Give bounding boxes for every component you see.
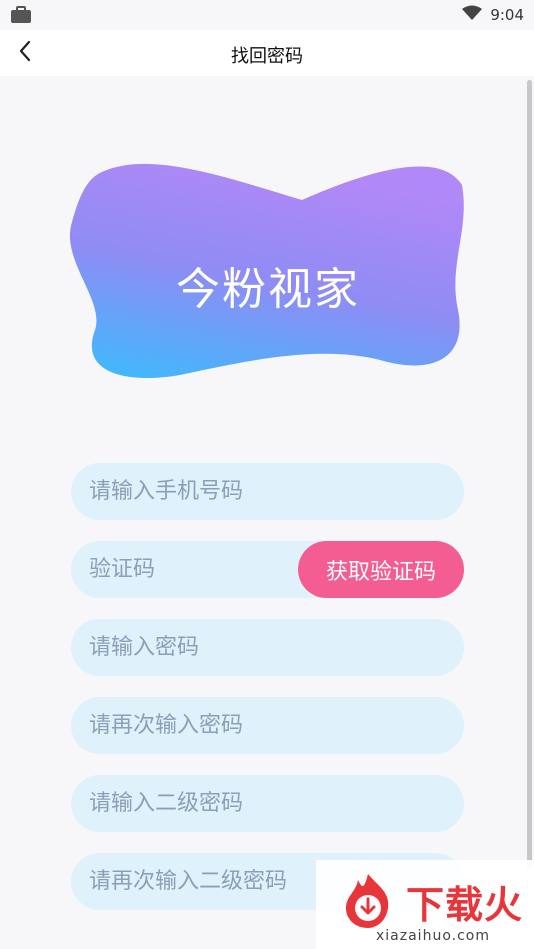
- code-input[interactable]: [87, 556, 318, 583]
- watermark-cn-text: 下载火: [406, 883, 524, 927]
- phone-field: [71, 463, 464, 520]
- app-logo: 今粉视家: [70, 160, 466, 385]
- second-password-field: [71, 775, 464, 832]
- watermark: 下载火 xiazaihuo.com: [316, 860, 534, 949]
- scrollbar[interactable]: [527, 80, 532, 870]
- page-title: 找回密码: [231, 46, 303, 67]
- get-code-button[interactable]: 获取验证码: [298, 541, 464, 598]
- status-right: 9:04: [462, 5, 524, 25]
- fire-download-icon: [338, 870, 398, 930]
- password-confirm-field: [71, 697, 464, 754]
- clock-text: 9:04: [490, 6, 524, 24]
- phone-input[interactable]: [87, 478, 464, 505]
- second-password-input[interactable]: [87, 790, 464, 817]
- wifi-icon: [462, 5, 483, 25]
- password-field: [71, 619, 464, 676]
- code-field: 获取验证码: [71, 541, 464, 598]
- password-input[interactable]: [87, 634, 464, 661]
- status-bar: 9:04: [0, 0, 534, 30]
- password-confirm-input[interactable]: [87, 712, 464, 739]
- briefcase-icon: [10, 6, 32, 24]
- logo-text: 今粉视家: [176, 264, 360, 315]
- watermark-en-text: xiazaihuo.com: [376, 928, 490, 944]
- header: 找回密码: [0, 30, 534, 76]
